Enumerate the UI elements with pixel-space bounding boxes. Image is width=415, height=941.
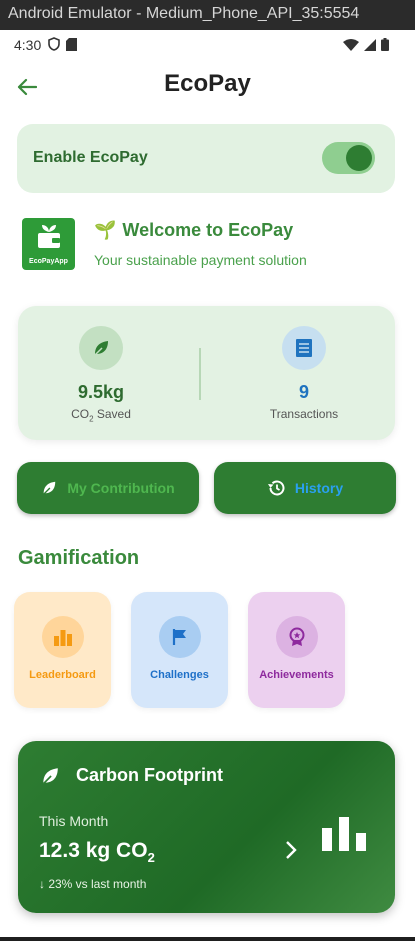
wallet-plant-icon [38, 225, 60, 248]
flag-icon [158, 616, 201, 658]
enable-ecopay-card: Enable EcoPay [17, 124, 395, 193]
co2-saved-label: CO2 Saved [71, 407, 131, 424]
carbon-value: 12.3 kg CO2 [39, 839, 155, 866]
app-logo-text: EcoPayApp [29, 258, 68, 265]
welcome-subtitle: Your sustainable payment solution [94, 252, 307, 268]
wifi-icon [343, 38, 359, 51]
chevron-right-icon[interactable] [284, 839, 298, 861]
history-icon [267, 480, 285, 496]
carbon-footprint-header: Carbon Footprint [40, 765, 223, 786]
my-contribution-button[interactable]: My Contribution [17, 462, 199, 514]
transactions-value: 9 [298, 382, 309, 402]
emulator-window-title: Android Emulator - Medium_Phone_API_35:5… [0, 0, 415, 30]
carbon-footprint-card[interactable]: Carbon Footprint This Month 12.3 kg CO2 … [18, 741, 395, 913]
transactions-stat: 9 Transactions [224, 326, 384, 421]
my-contribution-label: My Contribution [67, 480, 175, 496]
leaf-icon [42, 767, 58, 784]
achievements-card[interactable]: Achievements [248, 592, 345, 708]
phone-screen: 4:30 EcoPay Enable EcoPay EcoPayApp 🌱 We… [0, 30, 415, 937]
enable-ecopay-label: Enable EcoPay [33, 149, 148, 166]
stats-card: 9.5kg CO2 Saved 9 Transactions [18, 306, 395, 440]
gamification-title: Gamification [18, 547, 140, 569]
leaf-icon [43, 481, 56, 495]
page-title: EcoPay [164, 70, 251, 97]
signal-icon [364, 38, 376, 51]
receipt-icon [282, 326, 326, 370]
enable-ecopay-toggle[interactable] [322, 142, 375, 174]
transactions-label: Transactions [269, 407, 339, 421]
carbon-footprint-title: Carbon Footprint [76, 765, 223, 785]
leaf-icon [79, 326, 123, 370]
welcome-title-text: Welcome to EcoPay [122, 220, 294, 240]
leaderboard-card[interactable]: Leaderboard [14, 592, 111, 708]
medal-icon [275, 616, 318, 658]
achievements-label: Achievements [259, 669, 334, 681]
battery-icon [381, 38, 389, 51]
bar-chart-icon [322, 817, 366, 851]
sd-card-icon [66, 37, 77, 51]
seedling-icon: 🌱 [94, 220, 117, 240]
challenges-card[interactable]: Challenges [131, 592, 228, 708]
welcome-title: 🌱 Welcome to EcoPay [94, 220, 293, 241]
leaderboard-label: Leaderboard [29, 669, 96, 681]
stats-divider [199, 348, 201, 400]
carbon-period: This Month [39, 813, 109, 829]
ecopay-app-logo: EcoPayApp [22, 218, 75, 270]
history-label: History [294, 480, 344, 496]
toggle-thumb [346, 145, 372, 171]
challenges-label: Challenges [150, 669, 209, 681]
emulator-bottom-edge [0, 937, 415, 941]
leaderboard-icon [41, 616, 84, 658]
co2-saved-value: 9.5kg [77, 382, 125, 402]
shield-icon [48, 37, 60, 51]
co2-saved-stat: 9.5kg CO2 Saved [21, 326, 181, 423]
history-button[interactable]: History [214, 462, 396, 514]
status-bar: 4:30 [0, 30, 415, 60]
status-time: 4:30 [14, 37, 42, 53]
carbon-change: ↓ 23% vs last month [39, 877, 147, 891]
